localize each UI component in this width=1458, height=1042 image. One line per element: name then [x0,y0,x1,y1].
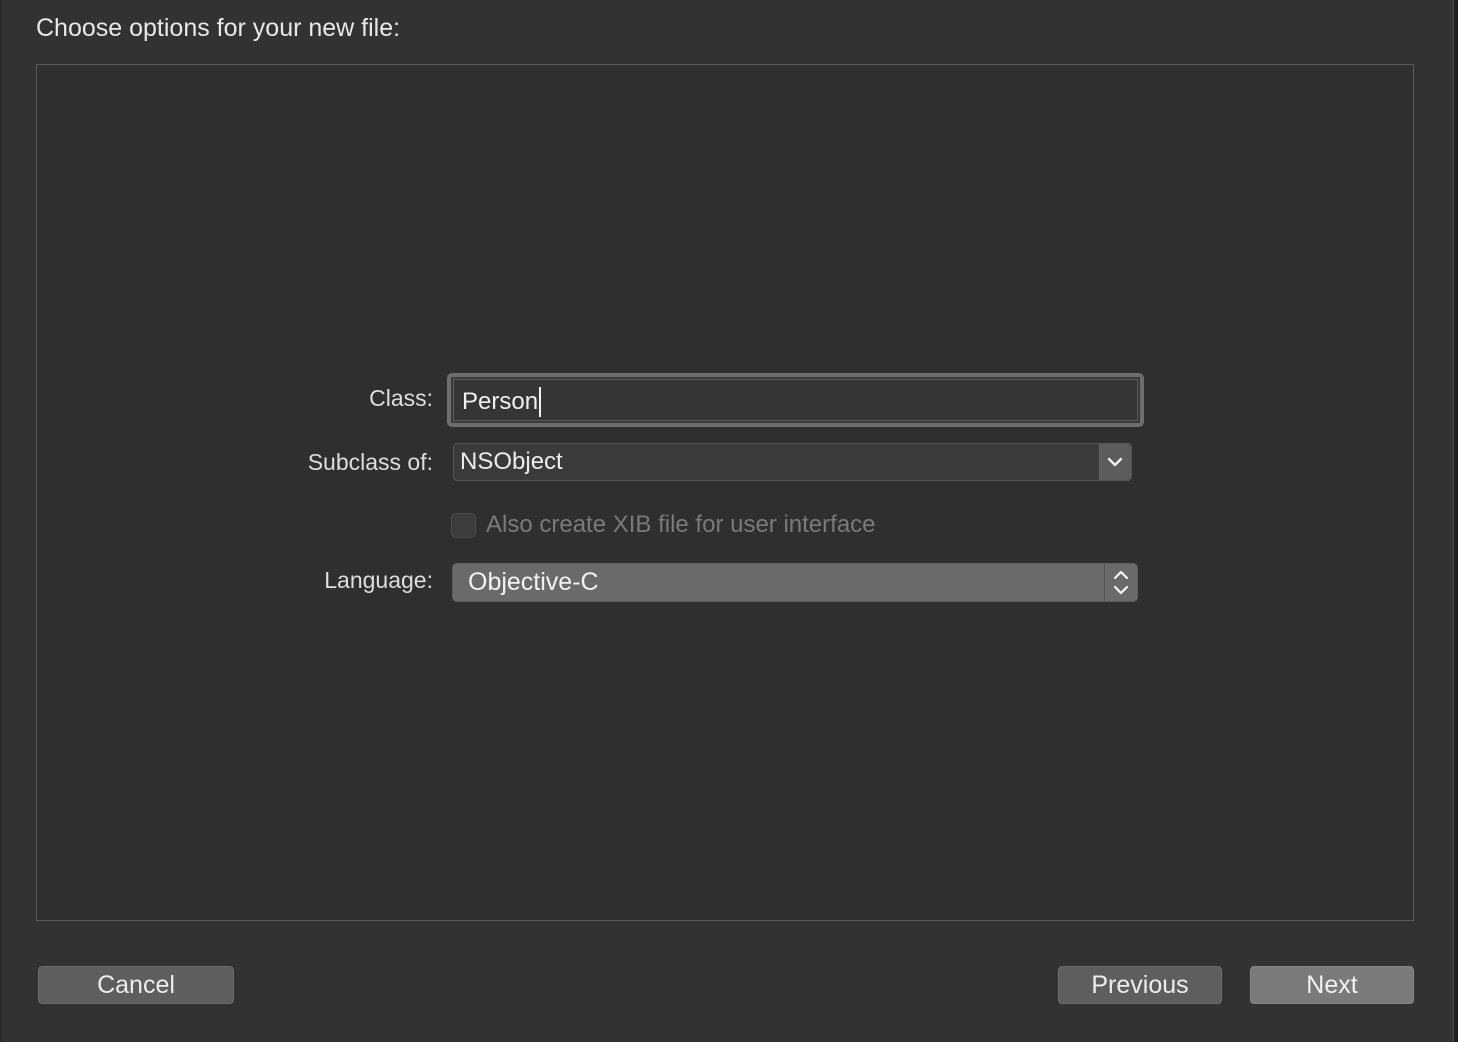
options-panel [36,64,1414,921]
cancel-button[interactable]: Cancel [38,966,234,1004]
language-popup-arrows[interactable] [1104,564,1137,601]
class-name-input[interactable]: Person [447,373,1144,427]
dialog-heading: Choose options for your new file: [36,14,401,42]
xib-checkbox[interactable] [451,512,476,538]
up-down-chevron-icon [1113,570,1129,595]
class-label: Class: [369,385,433,411]
subclass-label: Subclass of: [307,449,433,475]
xib-checkbox-row[interactable]: Also create XIB file for user interface [451,509,876,541]
language-value[interactable]: Objective-C [468,568,599,597]
chevron-down-icon [1107,457,1123,467]
language-popup-button[interactable]: Objective-C [452,563,1138,602]
subclass-combobox[interactable]: NSObject [453,443,1132,481]
language-label: Language: [324,567,433,593]
next-button[interactable]: Next [1250,966,1414,1004]
class-name-value[interactable]: Person [462,387,542,417]
subclass-dropdown-button[interactable] [1098,444,1131,480]
subclass-value[interactable]: NSObject [460,448,563,476]
text-cursor [539,387,542,417]
previous-button[interactable]: Previous [1058,966,1222,1004]
xib-checkbox-label[interactable]: Also create XIB file for user interface [486,511,876,539]
window-left-edge [0,0,2,1042]
class-name-text[interactable]: Person [462,388,538,416]
class-name-input-inner[interactable]: Person [453,379,1138,421]
window-right-edge [1453,0,1458,1042]
